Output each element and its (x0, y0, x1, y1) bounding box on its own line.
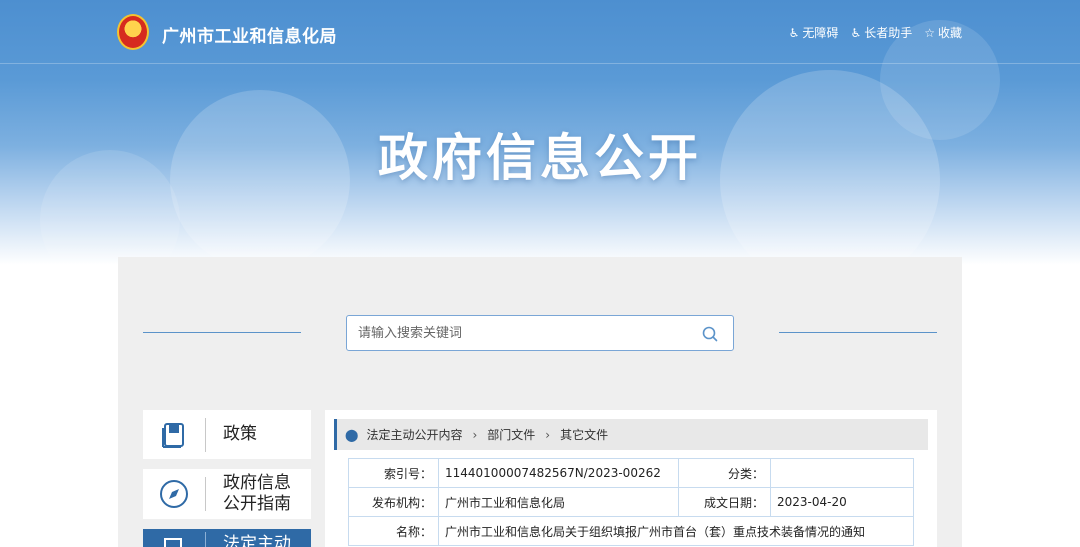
location-pin-icon: ⬤ (345, 427, 359, 442)
sidebar-item-guide[interactable]: 政府信息公开指南 (143, 469, 311, 519)
breadcrumb-item[interactable]: 部门文件 (487, 426, 535, 443)
chevron-right-icon: › (472, 427, 478, 442)
index-value: 11440100007482567N/2023-00262 (438, 458, 679, 488)
search-box (346, 315, 734, 351)
sidebar-item-active-disclosure[interactable]: 法定主动 (143, 529, 311, 547)
document-info-table: 索引号： 11440100007482567N/2023-00262 分类： 发… (348, 458, 914, 546)
national-emblem-icon: ★ (117, 14, 149, 50)
accessibility-icon: ♿ (788, 25, 800, 40)
breadcrumb: ⬤ 法定主动公开内容 › 部门文件 › 其它文件 (334, 419, 928, 450)
document-icon (143, 532, 206, 547)
search-divider-left (143, 332, 301, 333)
elder-icon: ♿ (850, 25, 862, 40)
date-value: 2023-04-20 (770, 487, 914, 517)
chevron-right-icon: › (545, 427, 551, 442)
table-row: 名称： 广州市工业和信息化局关于组织填报广州市首台（套）重点技术装备情况的通知 (348, 516, 914, 546)
main-panel: 政策 政府信息公开指南 法定主动 ⬤ 法定主动公开内容 › 部门文件 › 其它文… (118, 257, 962, 547)
elder-assistant-label: 长者助手 (864, 26, 913, 40)
bookmark-label: 收藏 (937, 26, 962, 40)
publisher-value: 广州市工业和信息化局 (438, 487, 679, 517)
table-row: 索引号： 11440100007482567N/2023-00262 分类： (348, 458, 914, 488)
compass-icon (143, 477, 206, 511)
bookmark-button[interactable]: ☆ 收藏 (924, 24, 962, 41)
sidebar-item-label: 政府信息公开指南 (223, 473, 291, 514)
header-tools: ♿ 无障碍 ♿ 长者助手 ☆ 收藏 (789, 24, 962, 41)
category-label: 分类： (678, 458, 771, 488)
book-icon (143, 417, 206, 452)
name-label: 名称： (348, 516, 439, 546)
category-value (770, 458, 914, 488)
breadcrumb-item[interactable]: 其它文件 (560, 426, 608, 443)
star-icon: ☆ (924, 25, 935, 40)
site-title[interactable]: 广州市工业和信息化局 (162, 22, 337, 47)
elder-assistant-button[interactable]: ♿ 长者助手 (850, 24, 912, 41)
search-input[interactable] (347, 316, 677, 350)
content-area: ⬤ 法定主动公开内容 › 部门文件 › 其它文件 索引号： 1144010000… (325, 410, 937, 547)
search-divider-right (779, 332, 937, 333)
sidebar-item-label: 法定主动 (223, 533, 291, 547)
sidebar-item-label: 政策 (223, 424, 257, 444)
publisher-label: 发布机构： (348, 487, 439, 517)
date-label: 成文日期： (678, 487, 771, 517)
banner-title: 政府信息公开 (378, 129, 702, 187)
table-row: 发布机构： 广州市工业和信息化局 成文日期： 2023-04-20 (348, 487, 914, 517)
site-header: ★ 广州市工业和信息化局 ♿ 无障碍 ♿ 长者助手 ☆ 收藏 (0, 0, 1080, 64)
banner: ★ 广州市工业和信息化局 ♿ 无障碍 ♿ 长者助手 ☆ 收藏 政府信息公开 (0, 0, 1080, 265)
accessibility-button[interactable]: ♿ 无障碍 (789, 24, 839, 41)
sidebar-item-policy[interactable]: 政策 (143, 410, 311, 459)
index-label: 索引号： (348, 458, 439, 488)
name-value: 广州市工业和信息化局关于组织填报广州市首台（套）重点技术装备情况的通知 (438, 516, 914, 546)
breadcrumb-item[interactable]: 法定主动公开内容 (366, 426, 462, 443)
accessibility-label: 无障碍 (802, 26, 839, 40)
search-icon[interactable] (701, 325, 719, 343)
